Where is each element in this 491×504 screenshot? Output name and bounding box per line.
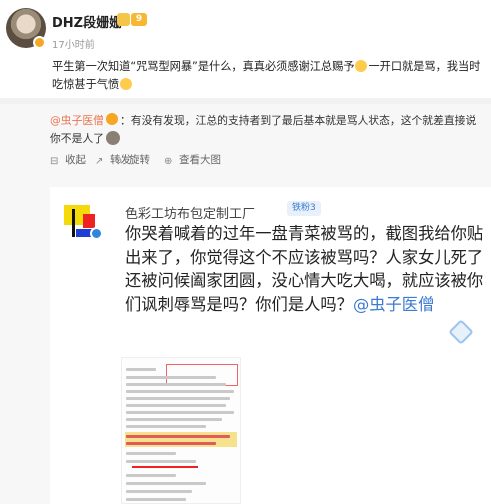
collapse-button[interactable]: ⊟ 收起 <box>50 152 86 167</box>
member-crown-icon[interactable] <box>117 13 130 26</box>
rotate-icon: ↻ <box>114 156 123 167</box>
view-large-button[interactable]: ⊕ 查看大图 <box>164 152 221 167</box>
level-badge[interactable]: 9 <box>131 13 147 26</box>
shop-verified-icon <box>90 227 103 240</box>
diamond-icon <box>448 319 474 345</box>
post-time: 17小时前 <box>52 40 95 51</box>
repost-block: @虫子医僧 ：有没有发现，江总的支持者到了最后基本就是骂人状态，这个就差直接说你不… <box>0 104 491 504</box>
collapse-icon: ⊟ <box>50 156 59 167</box>
fan-badge: 铁粉3 <box>287 201 321 216</box>
zoom-icon: ⊕ <box>164 156 173 167</box>
shop-name[interactable]: 色彩工坊布包定制工厂 <box>125 203 255 222</box>
view-large-label: 查看大图 <box>179 154 221 166</box>
laughing-emoji-icon <box>120 78 133 90</box>
post-text: 平生第一次知道“咒骂型网暴”是什么，真真必须感谢江总赐予 一开口就是骂，我当时吃惊… <box>52 58 484 94</box>
crying-emoji-icon <box>355 60 368 72</box>
repost-verified-icon <box>105 113 118 125</box>
repost-icon: ↗ <box>95 156 104 167</box>
screenshot-red-underline <box>132 466 198 468</box>
post-header: DHZ段姗姗 9 17小时前 <box>0 0 491 55</box>
rotate-button[interactable]: ↻ 旋转 <box>114 152 150 167</box>
repost-text: @虫子医僧 ：有没有发现，江总的支持者到了最后基本就是骂人状态，这个就差直接说你不… <box>50 112 486 148</box>
post-text-main: 平生第一次知道“咒骂型网暴”是什么，真真必须感谢江总赐予 <box>52 60 355 73</box>
embedded-screenshot-image[interactable] <box>121 357 241 504</box>
collapse-label: 收起 <box>65 154 86 166</box>
inline-avatar-icon <box>105 131 120 145</box>
username[interactable]: DHZ段姗姗 <box>52 12 122 31</box>
repost-author[interactable]: @虫子医僧 <box>50 114 104 127</box>
verified-badge-icon <box>33 36 46 49</box>
rotate-label: 旋转 <box>129 154 150 166</box>
image-card[interactable]: 色彩工坊布包定制工厂 铁粉3 你哭着喊着的过年一盘青菜被骂的，截图我给你贴出来了… <box>50 187 491 504</box>
card-comment-text: 你哭着喊着的过年一盘青菜被骂的，截图我给你贴出来了，你觉得这个不应该被骂吗？人家… <box>125 222 485 316</box>
card-mention-link[interactable]: @虫子医僧 <box>353 295 434 314</box>
